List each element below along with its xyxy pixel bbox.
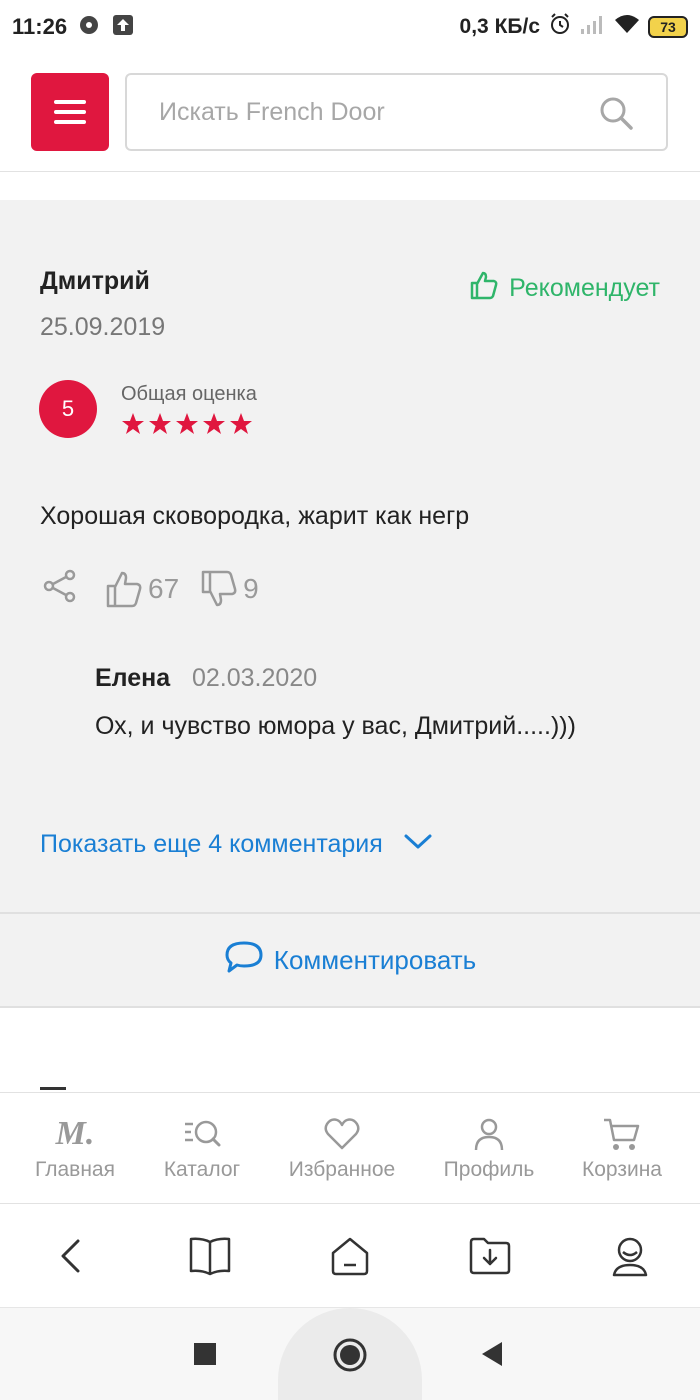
rating-stars: [121, 412, 253, 436]
nav-item-label: Корзина: [582, 1158, 662, 1181]
review-card: Дмитрий 25.09.2019 Рекомендует 5 Общая о…: [0, 200, 700, 914]
chevron-down-icon: [403, 830, 433, 859]
star-icon: [149, 413, 171, 434]
review-author: Дмитрий: [40, 267, 150, 295]
status-time: 11:26: [12, 14, 68, 39]
chevron-left-icon: [61, 1239, 80, 1273]
search-input[interactable]: [159, 97, 579, 127]
nav-item-label: Профиль: [443, 1158, 535, 1181]
system-back-button[interactable]: [480, 1341, 504, 1372]
signal-icon: [580, 13, 606, 40]
star-icon: [122, 413, 144, 434]
dislike-button[interactable]: 9: [199, 569, 259, 609]
cart-icon: [604, 1118, 640, 1150]
home-button[interactable]: [328, 1234, 372, 1278]
recents-button[interactable]: [193, 1342, 217, 1371]
reply-text: Ох, и чувство юмора у вас, Дмитрий.....)…: [95, 712, 576, 740]
thumbs-up-icon: [469, 270, 499, 307]
thumbs-up-icon: [106, 571, 142, 607]
nav-item-label: Избранное: [288, 1158, 396, 1181]
score-badge: 5: [39, 380, 97, 438]
status-bar: 11:26 0,3 КБ/с 73: [0, 0, 700, 56]
nav-item-profile[interactable]: Профиль: [435, 1093, 543, 1205]
rating-label: Общая оценка: [121, 383, 257, 405]
menu-button[interactable]: [31, 73, 109, 151]
dislike-count: 9: [243, 572, 259, 604]
status-right: 0,3 КБ/с 73: [460, 12, 688, 41]
review-text: Хорошая сковородка, жарит как негр: [40, 502, 470, 530]
download-folder-icon: [469, 1237, 511, 1275]
account-button[interactable]: [608, 1234, 652, 1278]
downloads-button[interactable]: [468, 1234, 512, 1278]
star-icon: [176, 413, 198, 434]
home-icon: [331, 1237, 369, 1276]
like-count: 67: [148, 572, 180, 604]
network-speed: 0,3 КБ/с: [459, 14, 540, 38]
battery-icon: 73: [648, 15, 688, 38]
search-icon[interactable]: [598, 95, 634, 136]
browser-toolbar: [0, 1204, 700, 1308]
bookmarks-button[interactable]: [188, 1234, 232, 1278]
system-nav-bar: [0, 1308, 700, 1400]
nav-item-home[interactable]: M. Главная: [25, 1093, 125, 1205]
comment-button-label: Комментировать: [273, 944, 477, 975]
nav-item-favorites[interactable]: Избранное: [278, 1093, 406, 1205]
share-icon[interactable]: [40, 566, 80, 611]
account-icon: [612, 1237, 648, 1277]
circle-home-icon: [333, 1338, 367, 1372]
app-header: [0, 56, 700, 172]
book-icon: [189, 1237, 231, 1276]
nav-item-label: Главная: [35, 1158, 115, 1181]
recommends-badge: Рекомендует: [469, 270, 660, 307]
logo-m-icon: M.: [55, 1115, 95, 1152]
like-button[interactable]: 67: [104, 569, 179, 609]
back-button[interactable]: [48, 1234, 92, 1278]
thumbs-down-icon: [201, 570, 237, 606]
nav-item-label: Каталог: [163, 1158, 241, 1181]
recommends-label: Рекомендует: [509, 274, 660, 302]
nav-item-catalog[interactable]: Каталог: [150, 1093, 254, 1205]
wifi-icon: [614, 13, 640, 40]
star-icon: [230, 413, 252, 434]
speech-bubble-icon: [224, 940, 264, 981]
bottom-nav: M. Главная Каталог Избранное Профиль Кор…: [0, 1092, 700, 1204]
star-icon: [203, 413, 225, 434]
next-review-heading-fragment: [40, 1087, 66, 1090]
reply-date: 02.03.2020: [192, 664, 318, 692]
notification-icon: [78, 14, 100, 41]
triangle-back-icon: [482, 1342, 502, 1366]
show-more-comments-link[interactable]: Показать еще 4 комментария: [40, 830, 433, 859]
review-date: 25.09.2019: [40, 313, 166, 341]
system-home-button[interactable]: [333, 1338, 367, 1377]
reply-author: Елена: [95, 664, 171, 692]
comment-button[interactable]: Комментировать: [0, 914, 700, 1008]
heart-icon: [324, 1118, 360, 1150]
square-icon: [194, 1343, 216, 1365]
upload-icon: [112, 14, 134, 41]
nav-item-cart[interactable]: Корзина: [572, 1093, 672, 1205]
alarm-icon: [548, 12, 572, 41]
review-actions: 67 9: [40, 566, 259, 611]
user-icon: [474, 1118, 504, 1151]
hamburger-icon: [54, 100, 86, 104]
catalog-icon: [185, 1120, 221, 1147]
search-box[interactable]: [125, 73, 668, 151]
status-left-icons: [78, 14, 134, 41]
show-more-label: Показать еще 4 комментария: [40, 830, 383, 858]
